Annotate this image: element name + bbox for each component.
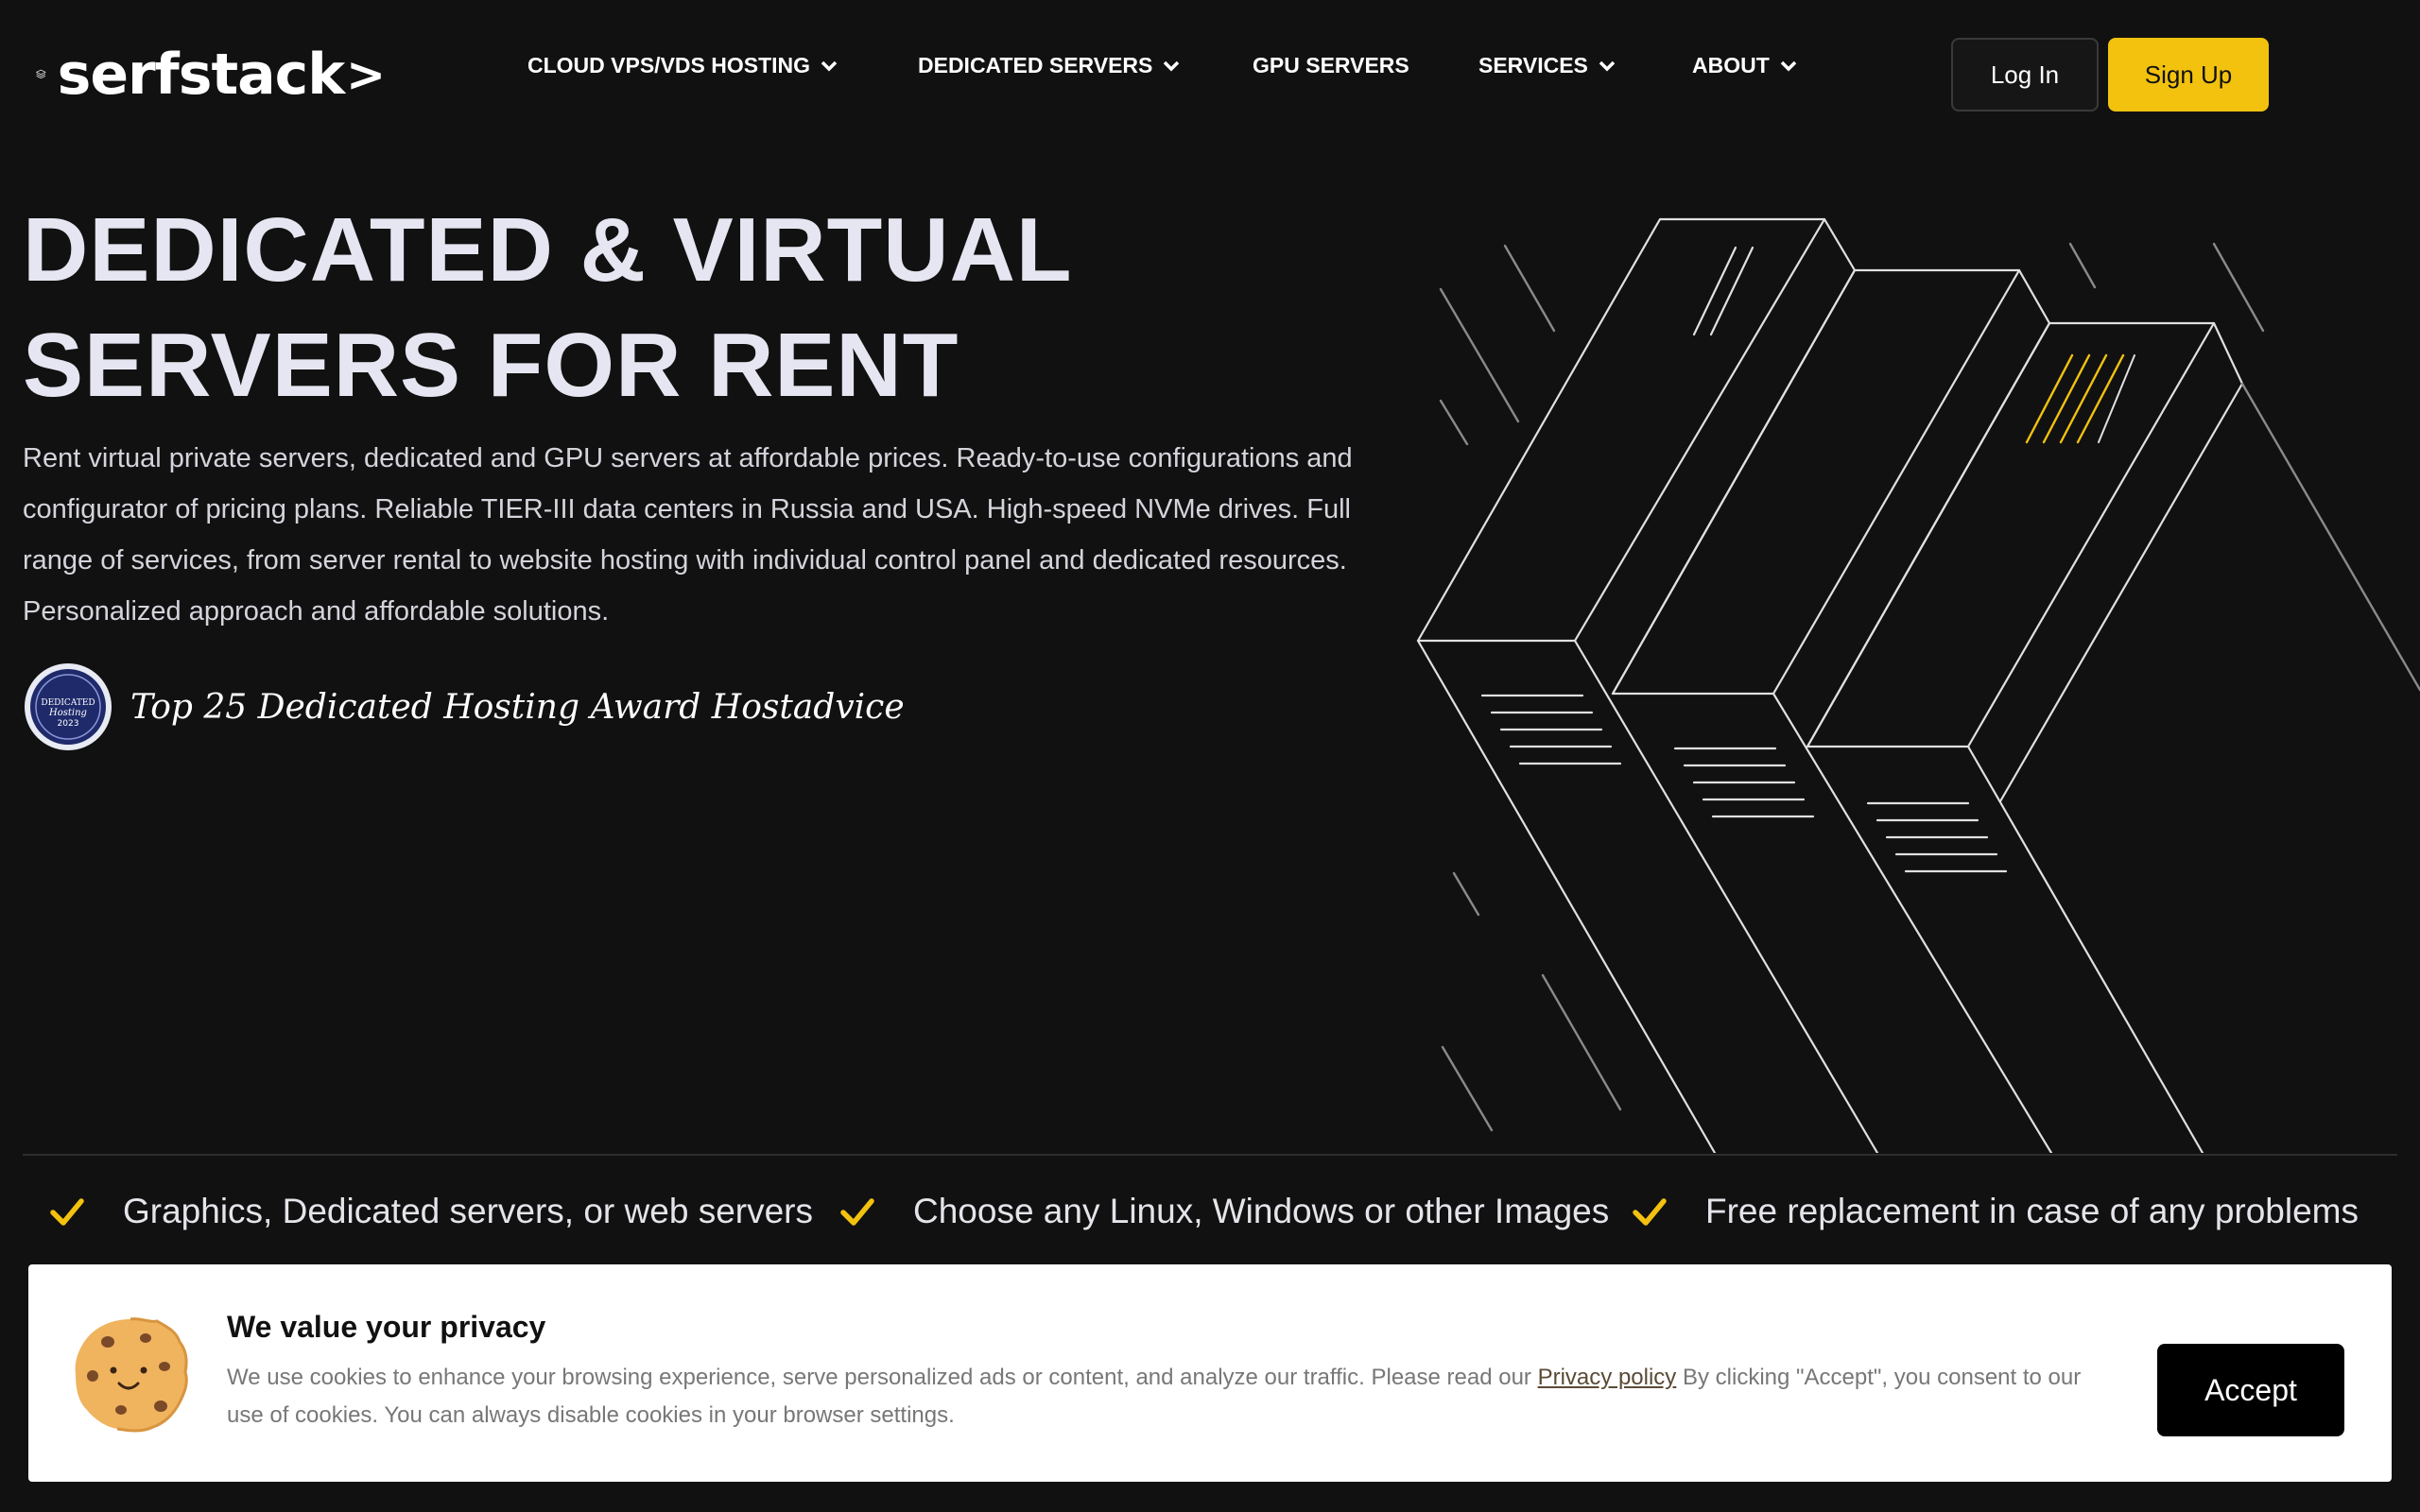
stacked-layers-icon	[36, 69, 46, 79]
cookie-text-before: We use cookies to enhance your browsing …	[227, 1365, 1538, 1390]
cookie-banner: We value your privacy We use cookies to …	[28, 1264, 2392, 1482]
check-icon	[50, 1198, 84, 1226]
award-badge-icon: DEDICATED Hosting 2023	[25, 663, 112, 750]
award-badge-line3: 2023	[58, 719, 79, 729]
server-illustration	[1416, 217, 2420, 1153]
section-divider	[23, 1154, 2397, 1156]
nav-item-services[interactable]: SERVICES	[1478, 53, 1616, 78]
nav-item-label: DEDICATED SERVERS	[918, 53, 1153, 77]
nav-item-dedicated-servers[interactable]: DEDICATED SERVERS	[918, 53, 1181, 78]
feature-list: Graphics, Dedicated servers, or web serv…	[0, 1181, 2420, 1242]
chevron-down-icon	[1164, 60, 1180, 71]
server-rack-3	[1806, 321, 2216, 748]
award-badge-line1: DEDICATED	[41, 698, 95, 708]
page-title: DEDICATED & VIRTUAL SERVERS FOR RENT	[23, 199, 1071, 416]
chevron-down-icon	[1780, 60, 1797, 71]
nav-item-label: GPU SERVERS	[1253, 53, 1409, 77]
nav-item-about[interactable]: ABOUT	[1692, 53, 1798, 78]
check-icon	[840, 1198, 874, 1226]
accept-cookies-button[interactable]: Accept	[2157, 1344, 2344, 1436]
logo-text: serfstack	[57, 42, 345, 108]
cookie-text: We use cookies to enhance your browsing …	[227, 1359, 2118, 1435]
feature-text: Free replacement in case of any problems	[1705, 1192, 2360, 1230]
cookie-title: We value your privacy	[227, 1310, 546, 1344]
nav-item-label: CLOUD VPS/VDS HOSTING	[527, 53, 811, 77]
nav-item-label: SERVICES	[1478, 53, 1588, 77]
site-header: serfstack > CLOUD VPS/VDS HOSTING DEDICA…	[0, 0, 2420, 147]
nav-item-label: ABOUT	[1692, 53, 1770, 77]
site-logo[interactable]: serfstack >	[36, 32, 386, 117]
feature-item: Free replacement in case of any problems	[1632, 1181, 2359, 1242]
chevron-down-icon	[1599, 60, 1616, 71]
login-button[interactable]: Log In	[1951, 38, 2099, 112]
check-icon	[1633, 1198, 1667, 1226]
privacy-policy-link[interactable]: Privacy policy	[1538, 1365, 1677, 1390]
award-badge-line2: Hosting	[48, 708, 87, 718]
feature-text: Choose any Linux, Windows or other Image…	[913, 1192, 1610, 1230]
cookie-icon	[75, 1317, 188, 1433]
award: DEDICATED Hosting 2023 Top 25 Dedicated …	[23, 662, 905, 752]
signup-button[interactable]: Sign Up	[2108, 38, 2269, 112]
feature-item: Graphics, Dedicated servers, or web serv…	[49, 1181, 813, 1242]
chevron-down-icon	[821, 60, 838, 71]
nav-item-gpu-servers[interactable]: GPU SERVERS	[1253, 53, 1409, 78]
nav-item-cloud-vps[interactable]: CLOUD VPS/VDS HOSTING	[527, 53, 838, 78]
feature-text: Graphics, Dedicated servers, or web serv…	[123, 1192, 813, 1230]
logo-arrow: >	[346, 47, 386, 102]
feature-item: Choose any Linux, Windows or other Image…	[839, 1181, 1609, 1242]
award-text: Top 25 Dedicated Hosting Award Hostadvic…	[130, 687, 905, 727]
hero-description: Rent virtual private servers, dedicated …	[23, 443, 1353, 627]
